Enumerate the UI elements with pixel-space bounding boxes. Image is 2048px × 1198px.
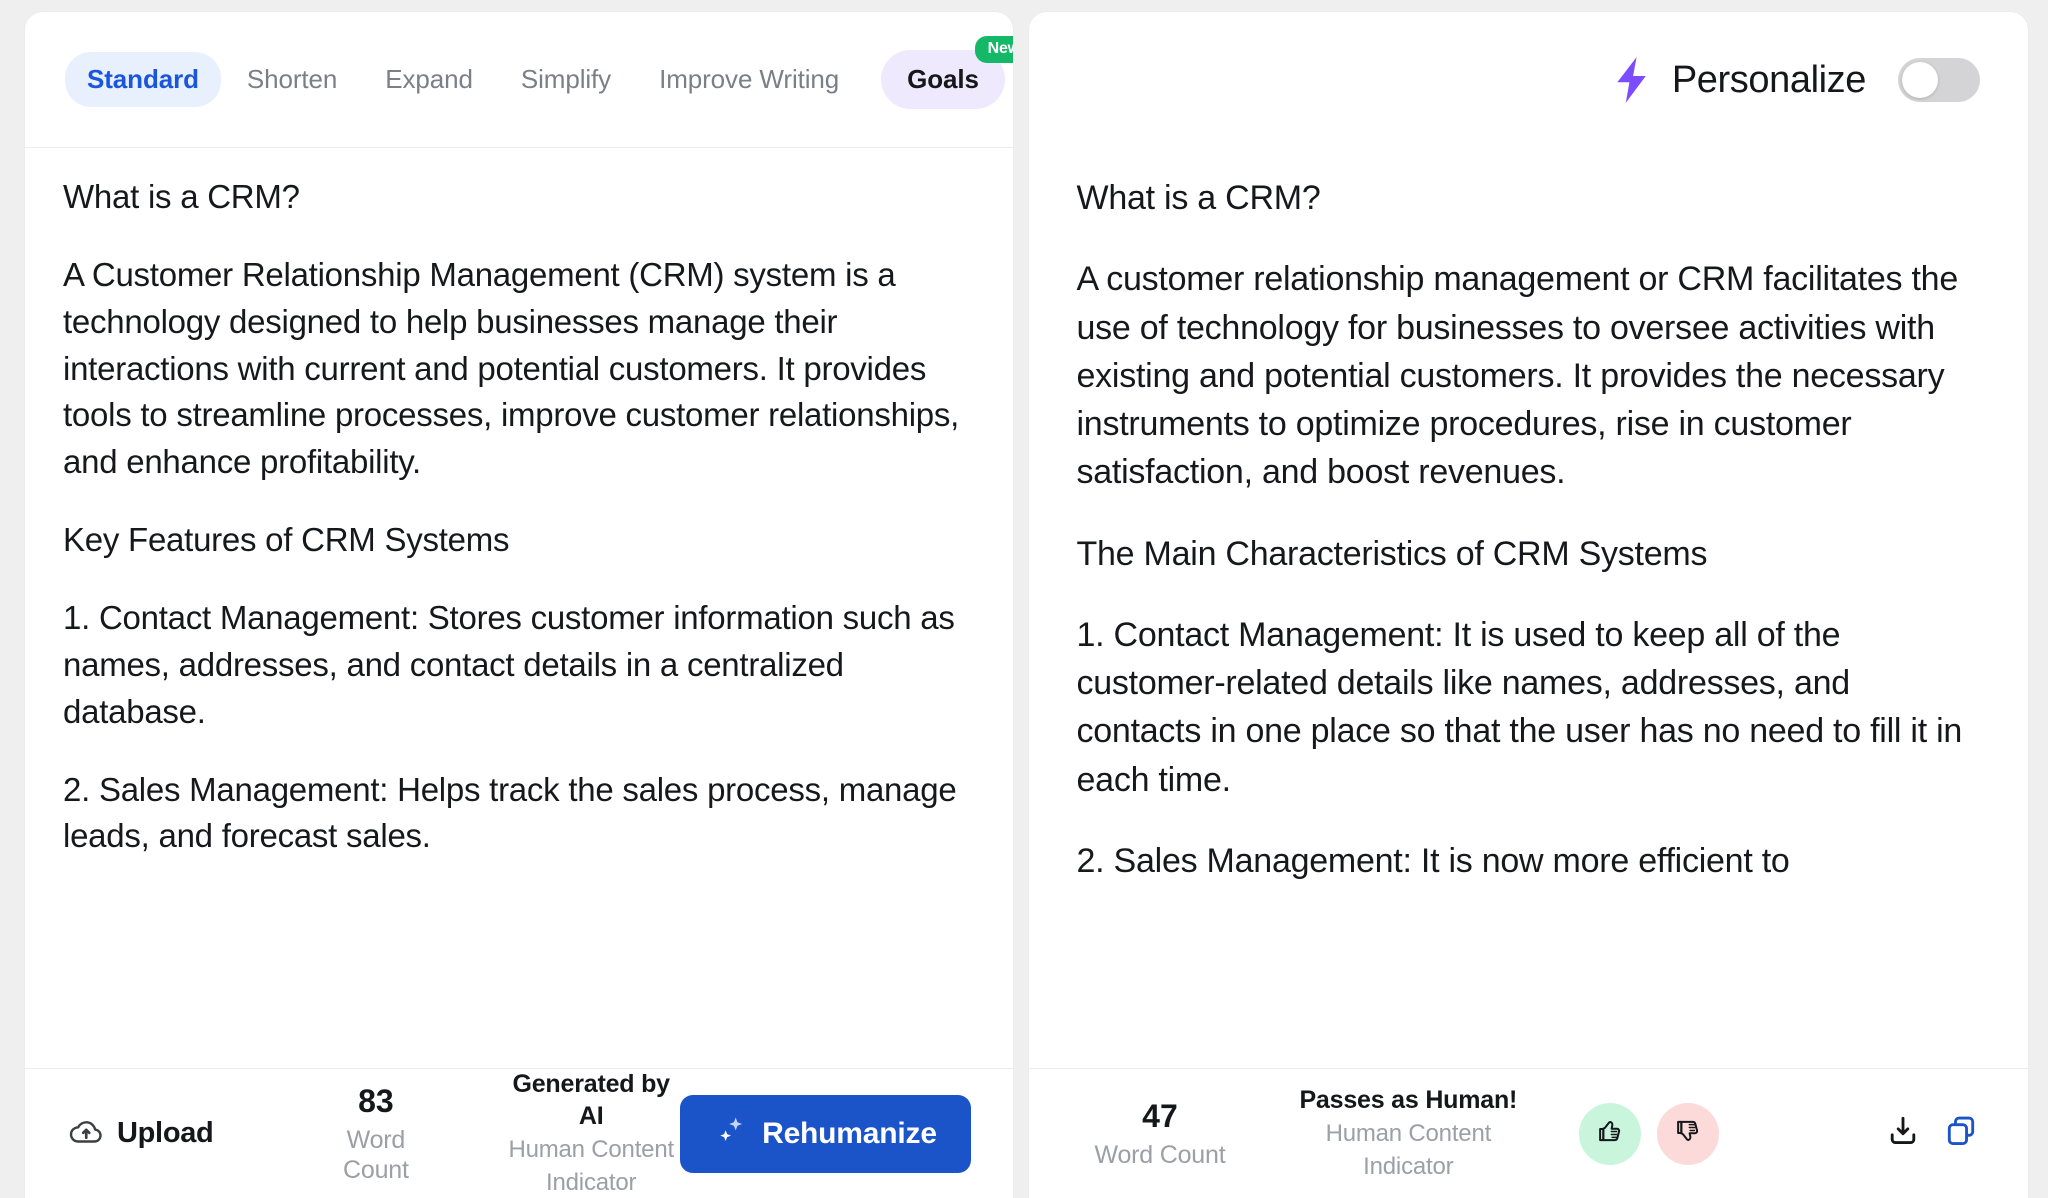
- left-editor-panel: Standard Shorten Expand Simplify Improve…: [25, 12, 1013, 1198]
- thumbs-up-button[interactable]: [1579, 1103, 1641, 1165]
- left-bottom-bar: Upload 83 Word Count Generated by AI Hum…: [25, 1068, 1013, 1198]
- personalize-toolbar: Personalize: [1029, 12, 2029, 148]
- right-word-count-value: 47: [1095, 1097, 1226, 1135]
- toggle-knob: [1902, 62, 1938, 98]
- thumbs-up-icon: [1594, 1115, 1626, 1152]
- right-hci-sub-line2: Indicator: [1299, 1152, 1517, 1182]
- right-word-count: 47 Word Count: [1095, 1097, 1226, 1169]
- new-badge: New: [975, 36, 1013, 63]
- doc-heading-key-features: Key Features of CRM Systems: [63, 517, 969, 564]
- lightning-bolt-icon: [1610, 54, 1654, 106]
- source-document[interactable]: What is a CRM? A Customer Relationship M…: [25, 148, 1013, 1068]
- tab-expand[interactable]: Expand: [363, 52, 495, 107]
- doc-paragraph-contact-management: 1. Contact Management: Stores customer i…: [63, 595, 969, 736]
- left-word-count-value: 83: [314, 1082, 438, 1120]
- doc-heading-what-is-crm: What is a CRM?: [63, 174, 969, 221]
- output-document[interactable]: What is a CRM? A customer relationship m…: [1029, 148, 2029, 1068]
- out-heading-what-is-crm: What is a CRM?: [1077, 174, 1981, 222]
- out-paragraph-sales-management: 2. Sales Management: It is now more effi…: [1077, 837, 1981, 885]
- cloud-upload-icon: [69, 1117, 105, 1150]
- copy-icon: [1943, 1113, 1979, 1154]
- right-output-panel: Personalize What is a CRM? A customer re…: [1029, 12, 2029, 1198]
- download-button[interactable]: [1880, 1111, 1926, 1157]
- copy-button[interactable]: [1938, 1111, 1984, 1157]
- rehumanize-button[interactable]: Rehumanize: [680, 1095, 971, 1173]
- thumbs-down-button[interactable]: [1657, 1103, 1719, 1165]
- sparkle-icon: [714, 1113, 748, 1155]
- app-root: Standard Shorten Expand Simplify Improve…: [0, 0, 2048, 1198]
- tab-standard[interactable]: Standard: [65, 52, 221, 107]
- upload-button[interactable]: Upload: [69, 1117, 213, 1150]
- personalize-label: Personalize: [1672, 59, 1866, 102]
- left-human-content-indicator: Generated by AI Human Content Indicator: [502, 1069, 680, 1198]
- doc-paragraph-sales-management: 2. Sales Management: Helps track the sal…: [63, 767, 969, 861]
- tab-simplify[interactable]: Simplify: [499, 52, 633, 107]
- right-human-content-indicator: Passes as Human! Human Content Indicator: [1299, 1085, 1517, 1182]
- tab-improve-writing[interactable]: Improve Writing: [637, 52, 861, 107]
- left-hci-status: Generated by AI: [502, 1069, 680, 1132]
- rewrite-mode-toolbar: Standard Shorten Expand Simplify Improve…: [25, 12, 1013, 148]
- download-icon: [1885, 1113, 1921, 1154]
- goals-button[interactable]: Goals New: [881, 50, 1005, 109]
- upload-label: Upload: [117, 1117, 213, 1150]
- left-word-count-label: Word Count: [314, 1125, 438, 1185]
- right-bottom-bar: 47 Word Count Passes as Human! Human Con…: [1029, 1068, 2029, 1198]
- tab-shorten[interactable]: Shorten: [225, 52, 359, 107]
- right-hci-status: Passes as Human!: [1299, 1085, 1517, 1116]
- left-hci-sub-line2: Indicator: [502, 1168, 680, 1198]
- out-paragraph-contact-management: 1. Contact Management: It is used to kee…: [1077, 611, 1981, 804]
- goals-label: Goals: [907, 64, 979, 94]
- rehumanize-label: Rehumanize: [762, 1117, 937, 1151]
- left-hci-sub-line1: Human Content: [502, 1135, 680, 1165]
- personalize-toggle[interactable]: [1898, 58, 1980, 102]
- out-heading-main-characteristics: The Main Characteristics of CRM Systems: [1077, 530, 1981, 578]
- thumbs-down-icon: [1672, 1115, 1704, 1152]
- right-hci-sub-line1: Human Content: [1299, 1119, 1517, 1149]
- out-paragraph-definition: A customer relationship management or CR…: [1077, 255, 1981, 496]
- doc-paragraph-definition: A Customer Relationship Management (CRM)…: [63, 252, 969, 486]
- right-word-count-label: Word Count: [1095, 1140, 1226, 1170]
- left-word-count: 83 Word Count: [314, 1082, 438, 1184]
